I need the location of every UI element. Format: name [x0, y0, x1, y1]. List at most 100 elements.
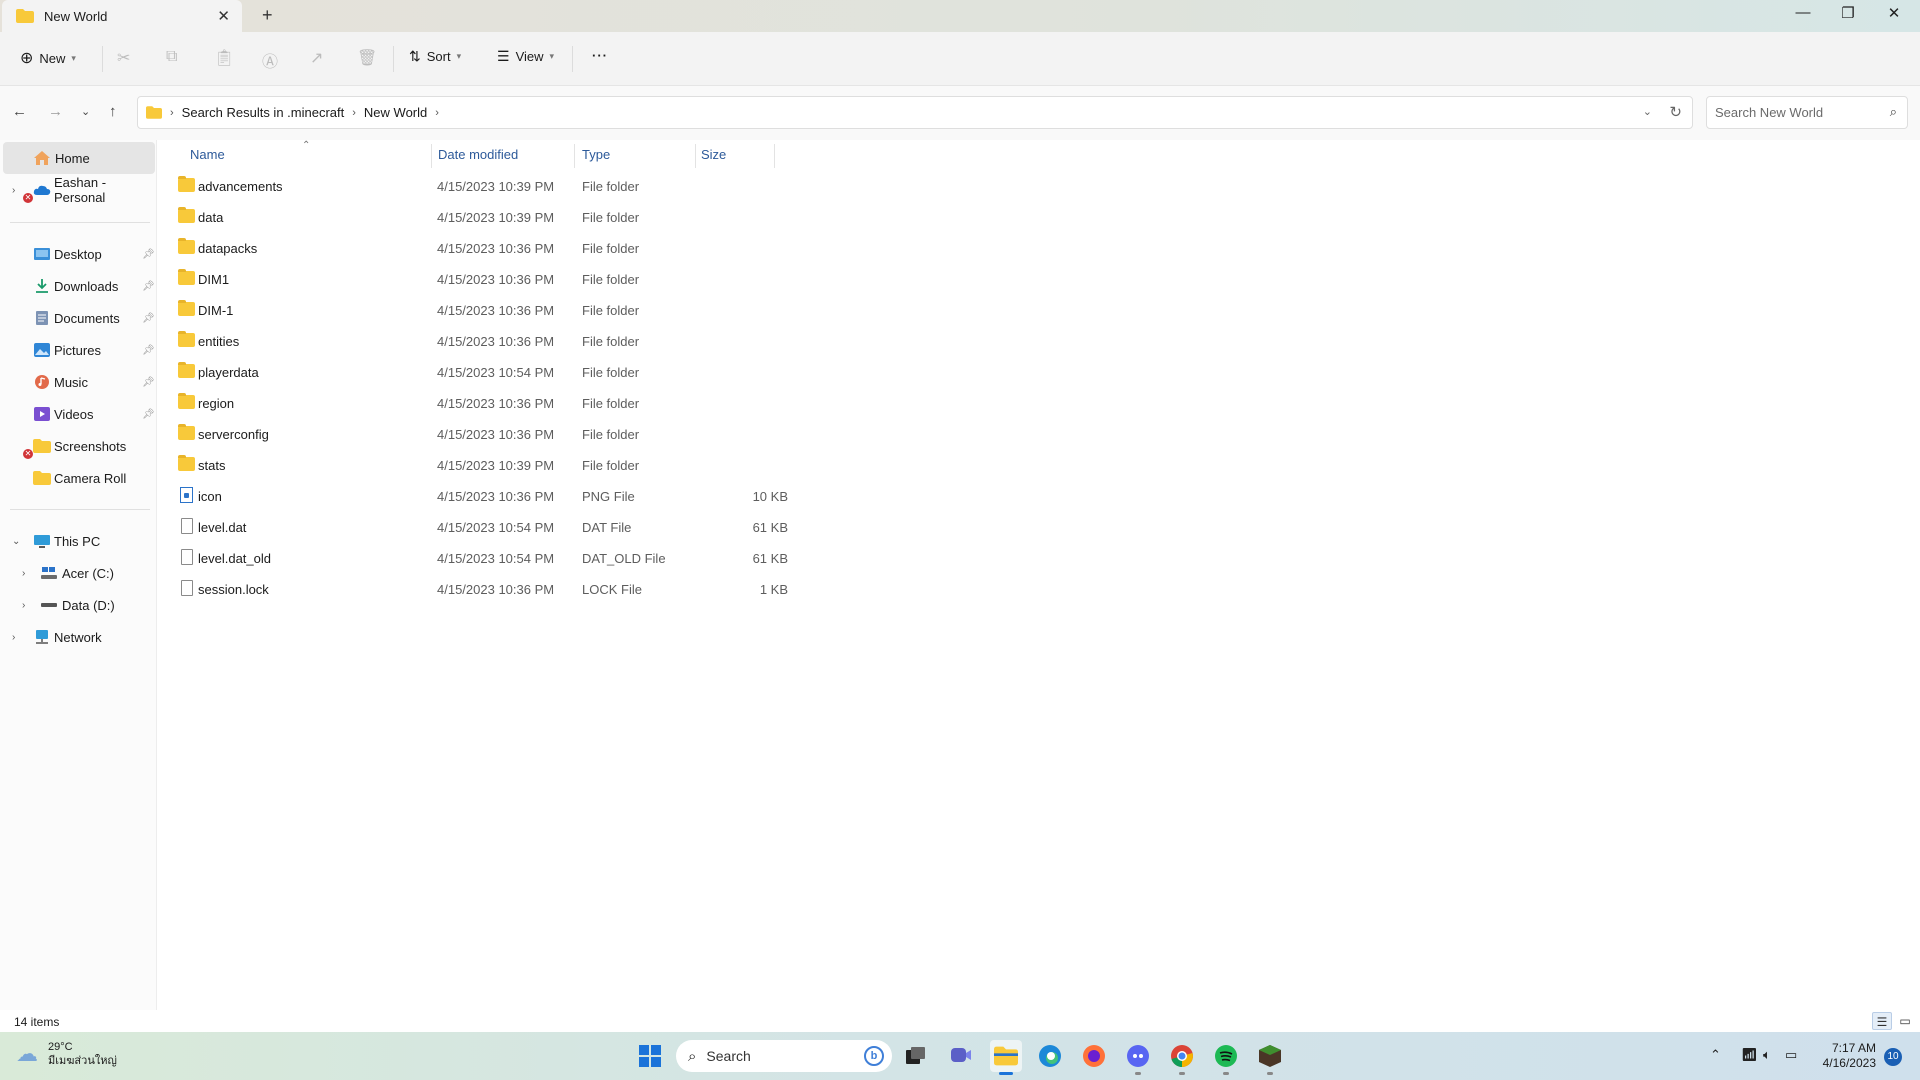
- chevron-right-icon[interactable]: ›: [22, 600, 25, 611]
- sidebar-item-this-pc[interactable]: ⌄ This PC: [0, 525, 155, 557]
- videos-icon: [34, 407, 50, 421]
- file-type: File folder: [582, 365, 640, 380]
- column-header-date[interactable]: Date modified: [438, 140, 518, 168]
- table-row[interactable]: stats 4/15/2023 10:39 PM File folder: [178, 450, 938, 481]
- battery-icon[interactable]: ▭: [1785, 1047, 1797, 1063]
- chevron-right-icon[interactable]: ›: [12, 632, 15, 643]
- column-divider[interactable]: [774, 144, 775, 168]
- table-row[interactable]: advancements 4/15/2023 10:39 PM File folde…: [178, 171, 938, 202]
- sidebar-item-network[interactable]: › Network: [0, 621, 155, 653]
- sort-button[interactable]: ⇅ Sort ▾: [409, 48, 461, 65]
- minimize-button[interactable]: —: [1783, 4, 1823, 21]
- chevron-down-icon[interactable]: ⌄: [1643, 105, 1652, 118]
- firefox-button[interactable]: [1078, 1040, 1110, 1072]
- tiles-view-icon[interactable]: ▭: [1895, 1012, 1915, 1030]
- bing-icon[interactable]: b: [864, 1046, 884, 1066]
- teams-chat-button[interactable]: [945, 1040, 977, 1072]
- new-button[interactable]: ⊕ New ▾: [20, 48, 76, 68]
- column-divider[interactable]: [431, 144, 432, 168]
- table-row[interactable]: datapacks 4/15/2023 10:36 PM File folder: [178, 233, 938, 264]
- refresh-icon[interactable]: ↻: [1669, 103, 1682, 121]
- column-header-type[interactable]: Type: [582, 140, 610, 168]
- file-explorer-button[interactable]: [990, 1040, 1022, 1075]
- delete-icon[interactable]: 🗑︎: [357, 48, 377, 68]
- sidebar-item-camera-roll[interactable]: Camera Roll: [0, 462, 155, 494]
- downloads-icon: [36, 279, 48, 293]
- sidebar-item-home[interactable]: Home: [3, 142, 155, 174]
- taskbar-search[interactable]: ⌕ Search b: [676, 1040, 892, 1072]
- address-bar[interactable]: › Search Results in .minecraft › New Wor…: [137, 96, 1693, 129]
- share-icon[interactable]: ↗: [310, 48, 323, 68]
- cut-icon[interactable]: ✂: [117, 48, 130, 68]
- tab-close-icon[interactable]: ✕: [217, 7, 230, 25]
- spotify-button[interactable]: [1210, 1040, 1242, 1075]
- paste-icon[interactable]: 📋︎: [214, 48, 234, 68]
- forward-icon[interactable]: →: [48, 103, 63, 120]
- volume-icon[interactable]: 🔈︎: [1763, 1047, 1771, 1063]
- edge-button[interactable]: [1034, 1040, 1066, 1072]
- table-row[interactable]: session.lock 4/15/2023 10:36 PM LOCK File 1…: [178, 574, 938, 605]
- details-view-icon[interactable]: ☰: [1872, 1012, 1892, 1030]
- new-tab-button[interactable]: +: [262, 5, 273, 26]
- sidebar-item-downloads[interactable]: Downloads 📌︎: [0, 270, 155, 302]
- start-button[interactable]: [634, 1040, 666, 1072]
- weather-widget[interactable]: ☁ 29°C มีเมฆส่วนใหญ่: [16, 1040, 117, 1068]
- sidebar-item-label: Acer (C:): [62, 565, 114, 581]
- show-hidden-icons[interactable]: ⌃: [1710, 1047, 1721, 1063]
- table-row[interactable]: region 4/15/2023 10:36 PM File folder: [178, 388, 938, 419]
- sidebar-item-pictures[interactable]: Pictures 📌︎: [0, 334, 155, 366]
- table-row[interactable]: serverconfig 4/15/2023 10:36 PM File folde…: [178, 419, 938, 450]
- teams-chat-icon: [951, 1048, 971, 1062]
- recent-locations-icon[interactable]: ⌄: [81, 105, 90, 118]
- search-icon[interactable]: ⌕: [1890, 104, 1897, 120]
- tab-new-world[interactable]: New World ✕: [2, 0, 242, 32]
- table-row[interactable]: DIM-1 4/15/2023 10:36 PM File folder: [178, 295, 938, 326]
- status-bar: 14 items ☰ ▭: [0, 1010, 1920, 1032]
- table-row[interactable]: level.dat_old 4/15/2023 10:54 PM DAT_OLD F…: [178, 543, 938, 574]
- table-row[interactable]: entities 4/15/2023 10:36 PM File folder: [178, 326, 938, 357]
- breadcrumb-new-world[interactable]: New World: [364, 105, 427, 120]
- close-button[interactable]: ✕: [1874, 4, 1914, 22]
- chevron-right-icon[interactable]: ›: [435, 107, 439, 119]
- sidebar-item-drive-d[interactable]: › Data (D:): [0, 589, 155, 621]
- view-button[interactable]: ☰ View ▾: [497, 48, 554, 65]
- table-row[interactable]: DIM1 4/15/2023 10:36 PM File folder: [178, 264, 938, 295]
- divider: [10, 509, 150, 510]
- back-icon[interactable]: ←: [12, 103, 27, 120]
- column-divider[interactable]: [574, 144, 575, 168]
- search-input[interactable]: [1715, 105, 1875, 120]
- column-divider[interactable]: [695, 144, 696, 168]
- table-row[interactable]: level.dat 4/15/2023 10:54 PM DAT File 61 KB: [178, 512, 938, 543]
- table-row[interactable]: data 4/15/2023 10:39 PM File folder: [178, 202, 938, 233]
- copy-icon[interactable]: ⧉: [166, 48, 177, 66]
- chrome-button[interactable]: [1166, 1040, 1198, 1075]
- wifi-icon[interactable]: 📶︎: [1741, 1047, 1758, 1063]
- sidebar-item-music[interactable]: Music 📌︎: [0, 366, 155, 398]
- chevron-right-icon[interactable]: ›: [22, 568, 25, 579]
- item-count: 14 items: [14, 1015, 60, 1029]
- chevron-down-icon[interactable]: ⌄: [12, 536, 20, 547]
- up-icon[interactable]: ↑: [109, 103, 117, 120]
- rename-icon[interactable]: Ⓐ: [262, 48, 278, 72]
- search-box[interactable]: ⌕: [1706, 96, 1908, 129]
- sidebar-item-documents[interactable]: Documents 📌︎: [0, 302, 155, 334]
- firefox-icon: [1083, 1045, 1105, 1067]
- column-header-size[interactable]: Size: [701, 140, 726, 168]
- maximize-button[interactable]: ❐: [1828, 4, 1868, 22]
- discord-button[interactable]: [1122, 1040, 1154, 1075]
- minecraft-launcher-button[interactable]: [1254, 1040, 1286, 1075]
- more-options-button[interactable]: ···: [592, 48, 608, 63]
- breadcrumb-search-results[interactable]: Search Results in .minecraft: [182, 105, 345, 120]
- sidebar-item-desktop[interactable]: Desktop 📌︎: [0, 238, 155, 270]
- table-row[interactable]: icon 4/15/2023 10:36 PM PNG File 10 KB: [178, 481, 938, 512]
- sidebar-item-videos[interactable]: Videos 📌︎: [0, 398, 155, 430]
- chevron-right-icon[interactable]: ›: [12, 185, 15, 196]
- sidebar-item-screenshots[interactable]: ✕ Screenshots: [0, 430, 155, 462]
- column-header-name[interactable]: Name: [190, 140, 225, 168]
- sidebar-item-onedrive[interactable]: › ✕ Eashan - Personal: [0, 174, 155, 206]
- notification-count-badge[interactable]: 10: [1884, 1048, 1902, 1066]
- table-row[interactable]: playerdata 4/15/2023 10:54 PM File folder: [178, 357, 938, 388]
- sidebar-item-drive-c[interactable]: › Acer (C:): [0, 557, 155, 589]
- clock[interactable]: 7:17 AM 4/16/2023: [1814, 1041, 1876, 1071]
- task-view-button[interactable]: [900, 1040, 932, 1072]
